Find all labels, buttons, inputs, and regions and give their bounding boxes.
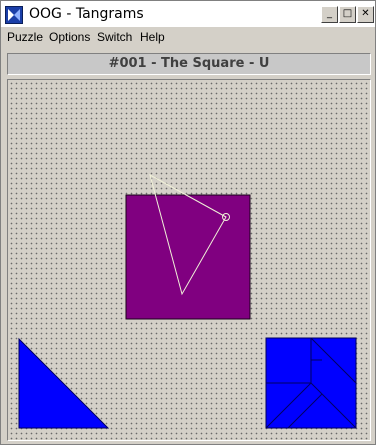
puzzle-board[interactable]: [7, 79, 371, 441]
window-title: OOG - Tangrams: [29, 6, 144, 22]
close-button[interactable]: ✕: [357, 6, 374, 23]
menu-puzzle[interactable]: Puzzle: [7, 30, 43, 44]
menu-options[interactable]: Options: [49, 30, 90, 44]
maximize-button[interactable]: □: [339, 6, 356, 23]
menu-help[interactable]: Help: [140, 30, 165, 44]
piece-large-triangle[interactable]: [18, 337, 110, 429]
menu-switch[interactable]: Switch: [97, 30, 132, 44]
title-bar[interactable]: OOG - Tangrams _ □ ✕: [1, 1, 375, 27]
target-square: [125, 194, 251, 320]
puzzle-title: #001 - The Square - U: [108, 56, 270, 71]
app-window: OOG - Tangrams _ □ ✕ Puzzle Options Swit…: [0, 0, 376, 445]
app-icon: [5, 6, 23, 24]
puzzle-header: #001 - The Square - U: [7, 53, 371, 75]
minimize-button[interactable]: _: [321, 6, 338, 23]
menu-bar: Puzzle Options Switch Help: [1, 28, 375, 46]
board-canvas[interactable]: [8, 80, 370, 440]
piece-set[interactable]: [265, 337, 357, 429]
